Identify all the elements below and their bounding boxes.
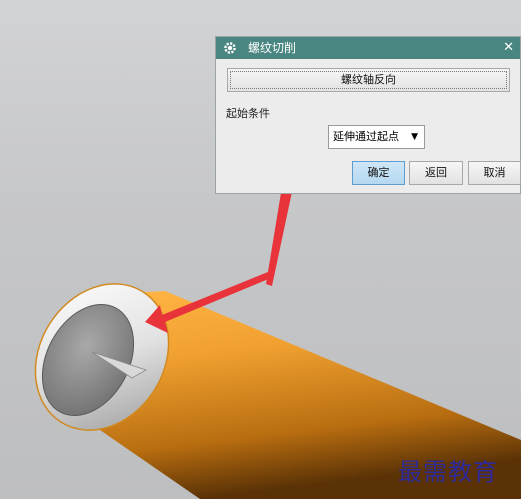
back-button[interactable]: 返回 bbox=[409, 161, 463, 185]
gear-icon bbox=[224, 42, 236, 54]
start-condition-label: 起始条件 bbox=[226, 107, 270, 120]
start-condition-value: 延伸通过起点 bbox=[333, 130, 399, 143]
watermark-text: 最需教育 bbox=[398, 458, 498, 486]
ok-button-label: 确定 bbox=[367, 166, 390, 179]
back-button-label: 返回 bbox=[425, 166, 447, 179]
close-icon[interactable]: ✕ bbox=[503, 37, 514, 59]
start-condition-select[interactable]: 延伸通过起点 ▼ bbox=[328, 125, 425, 149]
thread-cut-dialog: 螺纹切削 ✕ 螺纹轴反向 起始条件 延伸通过起点 ▼ 确定 返回 取消 bbox=[215, 36, 521, 194]
cancel-button-label: 取消 bbox=[483, 166, 506, 179]
cancel-button[interactable]: 取消 bbox=[468, 161, 521, 185]
reverse-thread-axis-button[interactable]: 螺纹轴反向 bbox=[227, 68, 510, 92]
ok-button[interactable]: 确定 bbox=[352, 161, 405, 185]
dialog-titlebar: 螺纹切削 ✕ bbox=[216, 37, 520, 59]
dialog-title: 螺纹切削 bbox=[248, 41, 297, 55]
reverse-thread-axis-label: 螺纹轴反向 bbox=[341, 73, 396, 86]
chevron-down-icon: ▼ bbox=[411, 132, 418, 142]
